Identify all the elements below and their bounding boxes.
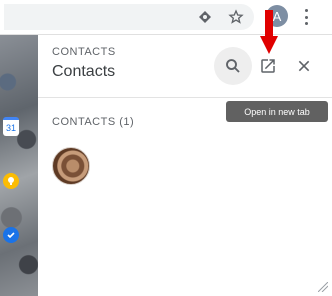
side-apps-strip: 31	[0, 35, 38, 296]
annotation-arrow-icon	[260, 10, 278, 54]
open-in-new-icon	[261, 59, 275, 73]
browser-menu-icon[interactable]	[298, 6, 314, 28]
browser-toolbar: A	[0, 0, 332, 35]
close-icon	[298, 60, 310, 72]
close-button[interactable]	[292, 54, 316, 78]
address-bar[interactable]	[4, 4, 254, 30]
open-in-new-tab-button[interactable]	[256, 54, 280, 78]
star-icon[interactable]	[226, 7, 246, 27]
contacts-panel: CONTACTS Contacts Open in new tab CONTAC…	[38, 35, 332, 296]
tasks-icon[interactable]	[3, 227, 19, 243]
contact-avatar[interactable]	[52, 147, 90, 185]
panel-header: CONTACTS Contacts	[38, 35, 332, 98]
keep-icon[interactable]	[3, 173, 19, 189]
search-icon	[226, 59, 240, 73]
panel-subtitle: CONTACTS	[52, 46, 116, 58]
calendar-date: 31	[5, 123, 16, 133]
search-button[interactable]	[214, 47, 252, 85]
panel-title: Contacts	[52, 63, 116, 80]
contacts-count-label: CONTACTS (1)	[52, 116, 135, 128]
tooltip-open-in-new-tab: Open in new tab	[226, 101, 328, 122]
resize-grip-icon[interactable]	[318, 282, 328, 292]
calendar-icon[interactable]: 31	[3, 117, 19, 136]
extension-icon[interactable]	[195, 7, 215, 27]
